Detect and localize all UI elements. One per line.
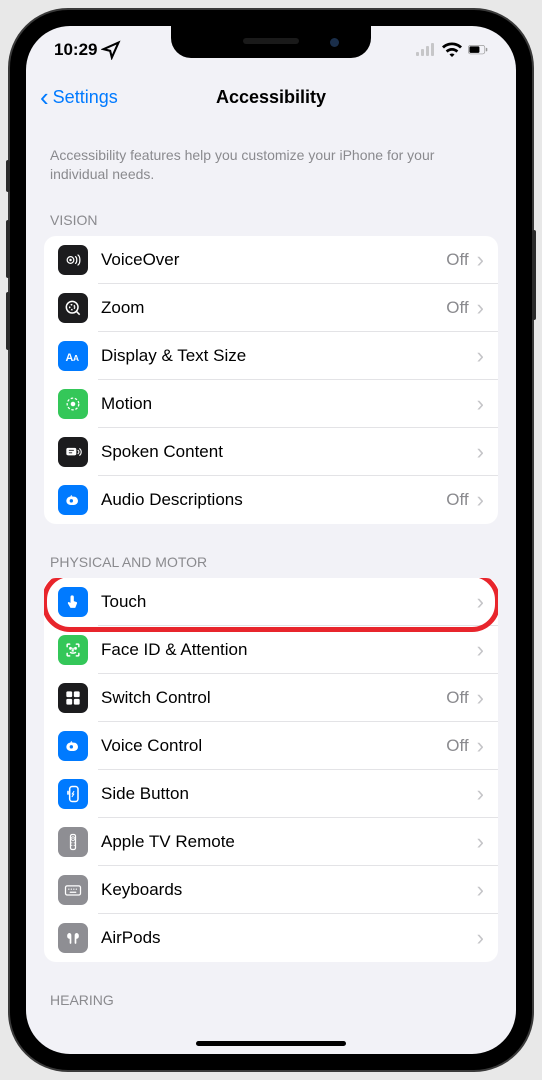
- section-header: HEARING: [44, 962, 498, 1016]
- chevron-right-icon: ›: [477, 439, 484, 465]
- volume-up-button: [6, 220, 10, 278]
- settings-row-voiceover[interactable]: VoiceOverOff ›: [44, 236, 498, 284]
- phone-screen: 10:29 ‹ Settings Accessibility Accessibi…: [26, 26, 516, 1054]
- row-label: AirPods: [101, 928, 477, 948]
- volume-down-button: [6, 292, 10, 350]
- row-label: VoiceOver: [101, 250, 446, 270]
- back-button[interactable]: ‹ Settings: [40, 82, 118, 113]
- settings-row-sidebutton[interactable]: Side Button›: [44, 770, 498, 818]
- settings-row-touch[interactable]: Touch›: [44, 578, 498, 626]
- row-label: Motion: [101, 394, 477, 414]
- chevron-right-icon: ›: [477, 391, 484, 417]
- chevron-right-icon: ›: [477, 589, 484, 615]
- chevron-right-icon: ›: [477, 925, 484, 951]
- settings-row-faceid[interactable]: Face ID & Attention›: [44, 626, 498, 674]
- chevron-right-icon: ›: [477, 295, 484, 321]
- list-group: Touch›Face ID & Attention›Switch Control…: [44, 578, 498, 962]
- row-label: Keyboards: [101, 880, 477, 900]
- row-label: Switch Control: [101, 688, 446, 708]
- voicecontrol-icon: [58, 731, 88, 761]
- status-time: 10:29: [54, 40, 97, 60]
- settings-row-audiodesc[interactable]: Audio DescriptionsOff ›: [44, 476, 498, 524]
- row-label: Face ID & Attention: [101, 640, 477, 660]
- row-status: Off: [446, 688, 468, 708]
- tvremote-icon: [58, 827, 88, 857]
- power-button: [532, 230, 536, 320]
- chevron-right-icon: ›: [477, 829, 484, 855]
- settings-row-voicecontrol[interactable]: Voice ControlOff ›: [44, 722, 498, 770]
- settings-row-zoom[interactable]: ZoomOff ›: [44, 284, 498, 332]
- audiodesc-icon: [58, 485, 88, 515]
- notch: [171, 26, 371, 58]
- keyboard-icon: [58, 875, 88, 905]
- row-label: Spoken Content: [101, 442, 477, 462]
- chevron-right-icon: ›: [477, 637, 484, 663]
- motion-icon: [58, 389, 88, 419]
- back-label: Settings: [53, 87, 118, 108]
- row-status: Off: [446, 490, 468, 510]
- settings-row-spoken[interactable]: Spoken Content›: [44, 428, 498, 476]
- page-title: Accessibility: [216, 87, 326, 108]
- textsize-icon: AA: [58, 341, 88, 371]
- zoom-icon: [58, 293, 88, 323]
- section-header: VISION: [44, 206, 498, 236]
- chevron-right-icon: ›: [477, 877, 484, 903]
- chevron-right-icon: ›: [477, 781, 484, 807]
- location-icon: [101, 40, 121, 60]
- chevron-right-icon: ›: [477, 487, 484, 513]
- chevron-right-icon: ›: [477, 733, 484, 759]
- battery-icon: [468, 40, 488, 60]
- spoken-icon: [58, 437, 88, 467]
- row-label: Zoom: [101, 298, 446, 318]
- row-label: Apple TV Remote: [101, 832, 477, 852]
- row-status: Off: [446, 736, 468, 756]
- voiceover-icon: [58, 245, 88, 275]
- settings-row-switch[interactable]: Switch ControlOff ›: [44, 674, 498, 722]
- settings-row-tvremote[interactable]: Apple TV Remote›: [44, 818, 498, 866]
- settings-row-motion[interactable]: Motion›: [44, 380, 498, 428]
- chevron-right-icon: ›: [477, 685, 484, 711]
- sidebutton-icon: [58, 779, 88, 809]
- mute-switch: [6, 160, 10, 192]
- page-description: Accessibility features help you customiz…: [44, 120, 498, 206]
- chevron-right-icon: ›: [477, 343, 484, 369]
- settings-row-airpods[interactable]: AirPods›: [44, 914, 498, 962]
- settings-row-keyboard[interactable]: Keyboards›: [44, 866, 498, 914]
- section-header: PHYSICAL AND MOTOR: [44, 524, 498, 578]
- svg-text:A: A: [73, 353, 79, 363]
- row-label: Voice Control: [101, 736, 446, 756]
- row-label: Side Button: [101, 784, 477, 804]
- touch-icon: [58, 587, 88, 617]
- cellular-icon: [416, 40, 436, 60]
- content-scroll[interactable]: Accessibility features help you customiz…: [26, 120, 516, 1054]
- home-indicator[interactable]: [196, 1041, 346, 1046]
- settings-row-textsize[interactable]: AA Display & Text Size›: [44, 332, 498, 380]
- row-label: Display & Text Size: [101, 346, 477, 366]
- wifi-icon: [442, 40, 462, 60]
- row-label: Audio Descriptions: [101, 490, 446, 510]
- list-group: VoiceOverOff›ZoomOff›AADisplay & Text Si…: [44, 236, 498, 524]
- row-label: Touch: [101, 592, 477, 612]
- airpods-icon: [58, 923, 88, 953]
- faceid-icon: [58, 635, 88, 665]
- row-status: Off: [446, 250, 468, 270]
- row-status: Off: [446, 298, 468, 318]
- chevron-left-icon: ‹: [40, 82, 49, 113]
- phone-frame: 10:29 ‹ Settings Accessibility Accessibi…: [10, 10, 532, 1070]
- nav-bar: ‹ Settings Accessibility: [26, 74, 516, 120]
- switch-icon: [58, 683, 88, 713]
- chevron-right-icon: ›: [477, 247, 484, 273]
